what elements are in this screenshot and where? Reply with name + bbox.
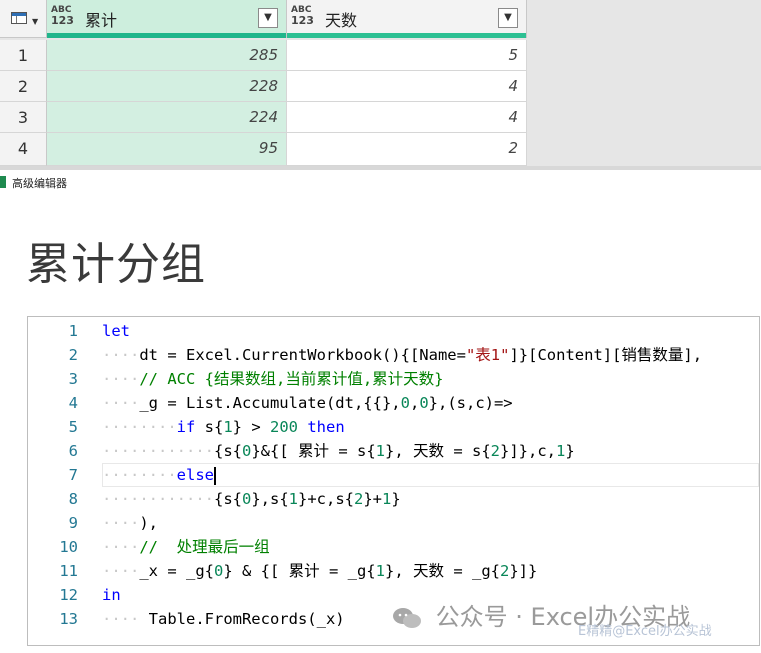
line-number: 2	[68, 346, 78, 364]
wechat-icon	[393, 608, 421, 628]
code-line: 5 ········if s{1} > 200 then	[28, 415, 759, 439]
code-text: ············{s{0}&{[ 累计 = s{1}, 天数 = s{2…	[102, 442, 575, 460]
column-name: 天数	[325, 11, 358, 30]
code-text: ····dt = Excel.CurrentWorkbook(){[Name="…	[102, 346, 703, 364]
column-header-tianshu[interactable]: ABC 123 天数 ▼	[287, 0, 527, 38]
code-line: 2 ····dt = Excel.CurrentWorkbook(){[Name…	[28, 343, 759, 367]
line-number: 6	[68, 442, 78, 460]
app-icon	[0, 176, 6, 188]
line-number: 9	[68, 514, 78, 532]
table-cell[interactable]: 2	[287, 133, 527, 166]
code-line-current: 7 ········else	[28, 463, 759, 487]
line-number: 11	[59, 562, 78, 580]
code-line: 8 ············{s{0},s{1}+c,s{2}+1}	[28, 487, 759, 511]
line-number: 10	[59, 538, 78, 556]
code-text: ···· Table.FromRecords(_x)	[102, 610, 345, 628]
code-text: let	[102, 322, 130, 340]
row-number[interactable]: 4	[0, 133, 47, 166]
code-line: 11 ····_x = _g{0} & {[ 累计 = _g{1}, 天数 = …	[28, 559, 759, 583]
code-text: ····),	[102, 514, 158, 532]
line-number: 8	[68, 490, 78, 508]
code-text: ········else	[102, 466, 216, 485]
code-text: in	[102, 586, 121, 604]
window-title: 高级编辑器	[12, 177, 67, 190]
window-title-bar: 高级编辑器	[0, 171, 761, 193]
line-number: 3	[68, 370, 78, 388]
code-line: 10 ····// 处理最后一组	[28, 535, 759, 559]
column-quality-bar	[47, 33, 286, 38]
line-number: 12	[59, 586, 78, 604]
pane-divider[interactable]	[0, 166, 761, 170]
code-text: ····_x = _g{0} & {[ 累计 = _g{1}, 天数 = _g{…	[102, 562, 538, 580]
table-menu-button[interactable]: ▼	[0, 0, 47, 38]
any-type-icon: ABC 123	[51, 5, 74, 27]
table-cell[interactable]: 285	[47, 40, 287, 71]
code-text: ········if s{1} > 200 then	[102, 418, 345, 436]
code-line: 6 ············{s{0}&{[ 累计 = s{1}, 天数 = s…	[28, 439, 759, 463]
line-number: 5	[68, 418, 78, 436]
code-text: ····// 处理最后一组	[102, 538, 270, 556]
code-text: ····// ACC {结果数组,当前累计值,累计天数}	[102, 370, 444, 388]
table-cell[interactable]: 4	[287, 102, 527, 133]
table-icon	[11, 12, 27, 24]
line-number: 13	[59, 610, 78, 628]
any-type-icon: ABC 123	[291, 5, 314, 27]
column-filter-button[interactable]: ▼	[498, 8, 518, 28]
row-number[interactable]: 3	[0, 102, 47, 133]
data-grid: ▼ ABC 123 累计 ▼ ABC 123 天数 ▼ 1 285 5 2 22…	[0, 0, 761, 166]
chevron-down-icon: ▼	[32, 17, 39, 26]
table-cell[interactable]: 95	[47, 133, 287, 166]
page-title: 累计分组	[26, 239, 206, 290]
column-filter-button[interactable]: ▼	[258, 8, 278, 28]
code-line: 3 ····// ACC {结果数组,当前累计值,累计天数}	[28, 367, 759, 391]
line-number: 1	[68, 322, 78, 340]
text-caret	[213, 466, 216, 485]
code-line: 9 ····),	[28, 511, 759, 535]
code-text: ············{s{0},s{1}+c,s{2}+1}	[102, 490, 401, 508]
table-cell[interactable]: 228	[47, 71, 287, 102]
line-number: 4	[68, 394, 78, 412]
column-name: 累计	[85, 11, 118, 30]
table-cell[interactable]: 224	[47, 102, 287, 133]
code-line: 1 let	[28, 319, 759, 343]
row-number[interactable]: 2	[0, 71, 47, 102]
table-cell[interactable]: 5	[287, 40, 527, 71]
table-cell[interactable]: 4	[287, 71, 527, 102]
code-text: ····_g = List.Accumulate(dt,{{},0,0},(s,…	[102, 394, 513, 412]
code-line: 4 ····_g = List.Accumulate(dt,{{},0,0},(…	[28, 391, 759, 415]
line-number: 7	[68, 466, 78, 484]
column-header-leiji[interactable]: ABC 123 累计 ▼	[47, 0, 287, 38]
row-number[interactable]: 1	[0, 40, 47, 71]
grid-empty-area	[527, 0, 761, 166]
column-quality-bar	[287, 33, 526, 38]
watermark-sub: E精精@Excel办公实战	[578, 624, 712, 639]
